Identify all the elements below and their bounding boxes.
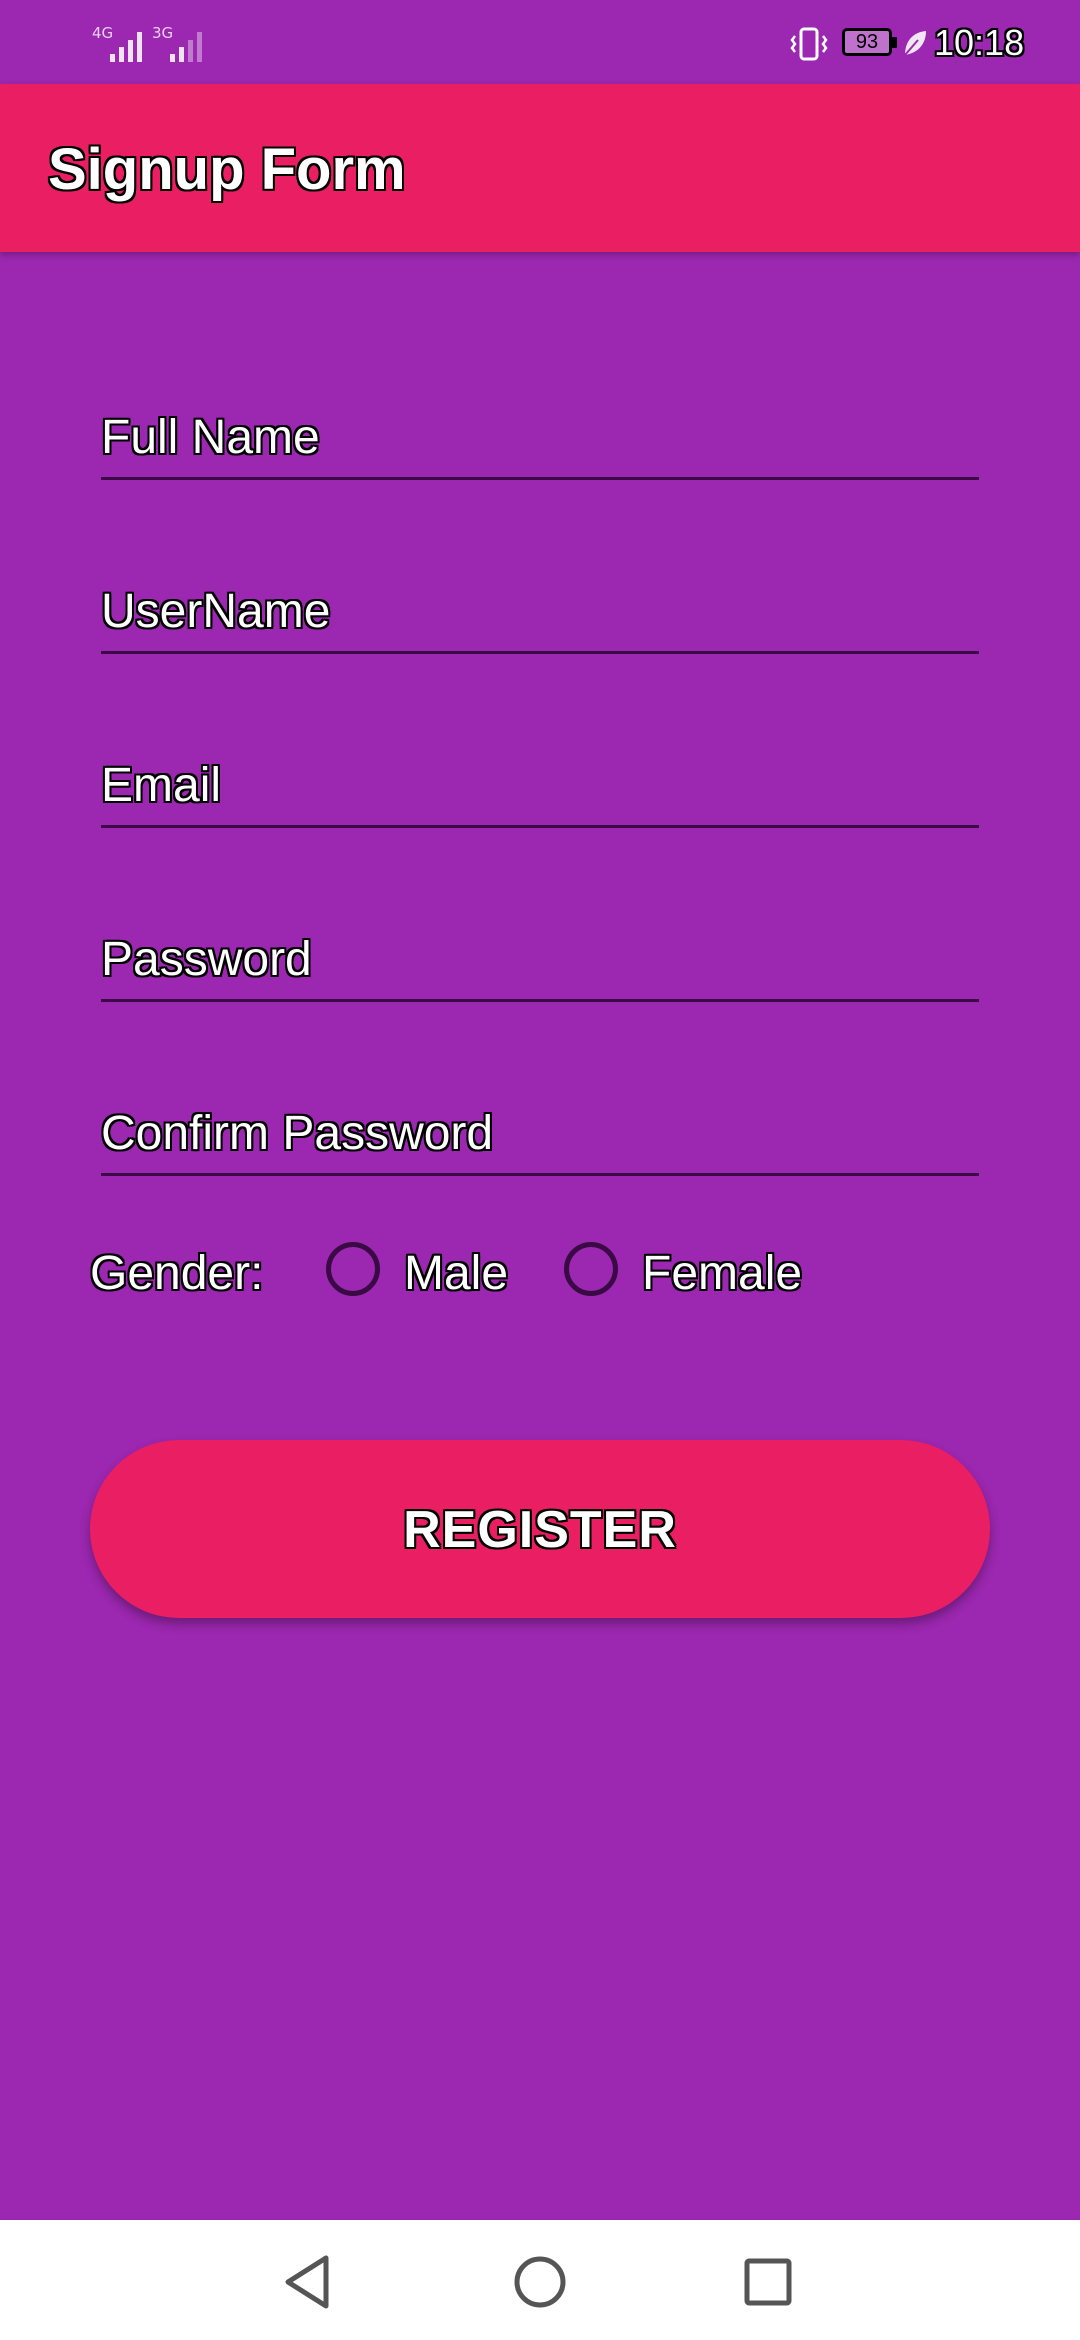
male-radio[interactable] (326, 1242, 380, 1296)
female-radio-label[interactable]: Female (642, 1246, 802, 1301)
app-bar: Signup Form (0, 84, 1080, 252)
email-input[interactable]: Email (101, 735, 979, 828)
female-radio[interactable] (564, 1242, 618, 1296)
register-button[interactable]: REGISTER (90, 1440, 990, 1618)
clock: 10:18 (934, 22, 1025, 63)
system-nav-bar (0, 2220, 1080, 2340)
confirm-password-input[interactable]: Confirm Password (101, 1083, 979, 1176)
username-input[interactable]: UserName (101, 561, 979, 654)
page-title: Signup Form (48, 137, 406, 202)
power-saving-leaf-icon (904, 31, 926, 56)
male-radio-label[interactable]: Male (404, 1246, 508, 1301)
password-placeholder: Password (101, 933, 312, 986)
home-icon[interactable] (500, 2242, 580, 2322)
recents-icon[interactable] (728, 2242, 808, 2322)
username-placeholder: UserName (101, 585, 331, 638)
register-button-label: REGISTER (403, 1501, 677, 1559)
confirm-password-placeholder: Confirm Password (101, 1107, 494, 1160)
full-name-input[interactable]: Full Name (101, 387, 979, 480)
password-input[interactable]: Password (101, 909, 979, 1002)
battery-level: 93 (855, 31, 879, 53)
gender-radio-group: Gender: Male Female (90, 1236, 990, 1308)
vibrate-icon (790, 27, 828, 61)
gender-label: Gender: (90, 1247, 264, 1300)
back-icon[interactable] (268, 2242, 348, 2322)
status-bar: 4G 3G 93 10:18 (0, 0, 1080, 84)
full-name-placeholder: Full Name (101, 411, 320, 464)
email-placeholder: Email (101, 759, 222, 812)
battery-icon: 93 (842, 28, 897, 56)
